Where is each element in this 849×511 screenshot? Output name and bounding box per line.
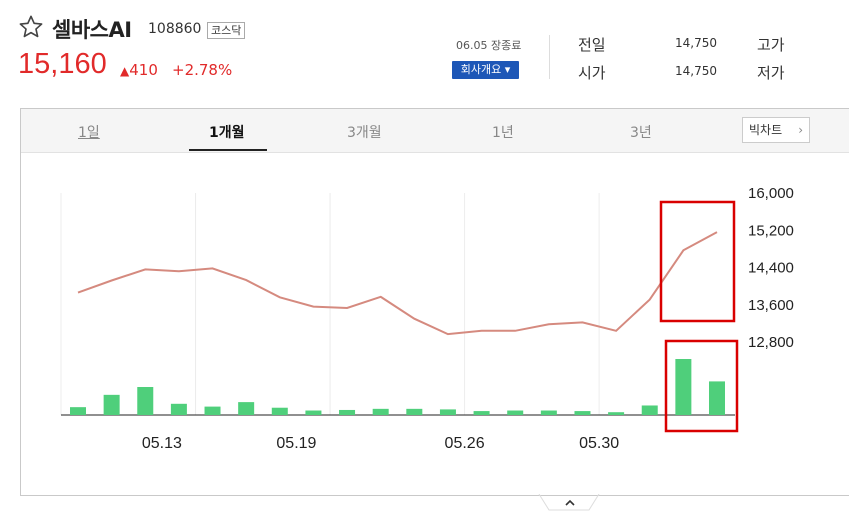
- volume-bar: [271, 407, 288, 415]
- price-change: ▲410: [120, 61, 158, 79]
- volume-bar: [641, 405, 658, 415]
- prev-close-value: 14,750: [675, 36, 717, 50]
- volume-bar: [473, 411, 490, 415]
- chart-panel: 1일 1개월 3개월 1년 3년 빅차트 › 16,000 15,200 14,400…: [20, 108, 849, 496]
- volume-bar: [238, 402, 255, 415]
- company-overview-button[interactable]: 회사개요 ▾: [452, 61, 519, 79]
- highlight-box-price: [659, 200, 736, 323]
- divider: [549, 35, 550, 79]
- volume-bar: [439, 409, 456, 415]
- y-tick-label: 12,800: [748, 334, 794, 351]
- volume-bar: [540, 410, 557, 415]
- volume-bar: [709, 381, 725, 415]
- market-status: 06.05 장종료: [456, 39, 522, 52]
- volume-bar: [675, 359, 692, 415]
- open-value: 14,750: [675, 64, 717, 78]
- volume-bar: [339, 409, 356, 415]
- y-tick-label: 13,600: [748, 297, 794, 314]
- x-tick-label: 05.26: [445, 435, 485, 452]
- up-triangle-icon: ▲: [120, 64, 130, 78]
- price-change-value: 410: [129, 61, 158, 79]
- volume-bar: [204, 406, 221, 415]
- volume-bar: [137, 387, 154, 415]
- price-volume-chart: 16,000 15,200 14,400 13,600 12,800 05.13 05.19…: [60, 185, 794, 452]
- star-icon[interactable]: [18, 14, 44, 40]
- volume-bar: [406, 408, 423, 415]
- volume-bar: [305, 410, 322, 415]
- volume-bar: [170, 403, 187, 415]
- prev-close-label: 전일: [578, 36, 606, 54]
- x-tick-label: 05.19: [276, 435, 316, 452]
- y-tick-label: 14,400: [748, 260, 794, 277]
- collapse-chevron-icon[interactable]: [537, 494, 601, 511]
- volume-bar: [507, 410, 524, 415]
- x-tick-label: 05.13: [142, 435, 182, 452]
- high-label: 고가: [757, 36, 785, 54]
- market-badge: 코스닥: [207, 22, 246, 39]
- volume-bar: [103, 394, 120, 415]
- low-label: 저가: [757, 64, 785, 82]
- x-tick-label: 05.30: [579, 435, 619, 452]
- open-label: 시가: [578, 64, 606, 82]
- stock-header: 셀바스AI 108860 코스닥 15,160 ▲410 +2.78% 06.0…: [0, 0, 849, 100]
- y-tick-label: 16,000: [748, 185, 794, 202]
- volume-bar: [70, 407, 86, 415]
- stock-code: 108860: [148, 21, 202, 37]
- volume-bar: [372, 408, 389, 415]
- stock-name: 셀바스AI: [52, 18, 132, 42]
- price-change-percent: +2.78%: [172, 61, 233, 79]
- price-line: [77, 231, 718, 336]
- y-tick-label: 15,200: [748, 222, 794, 239]
- volume-bar: [574, 411, 591, 415]
- current-price: 15,160: [18, 48, 107, 80]
- volume-bar: [608, 412, 625, 415]
